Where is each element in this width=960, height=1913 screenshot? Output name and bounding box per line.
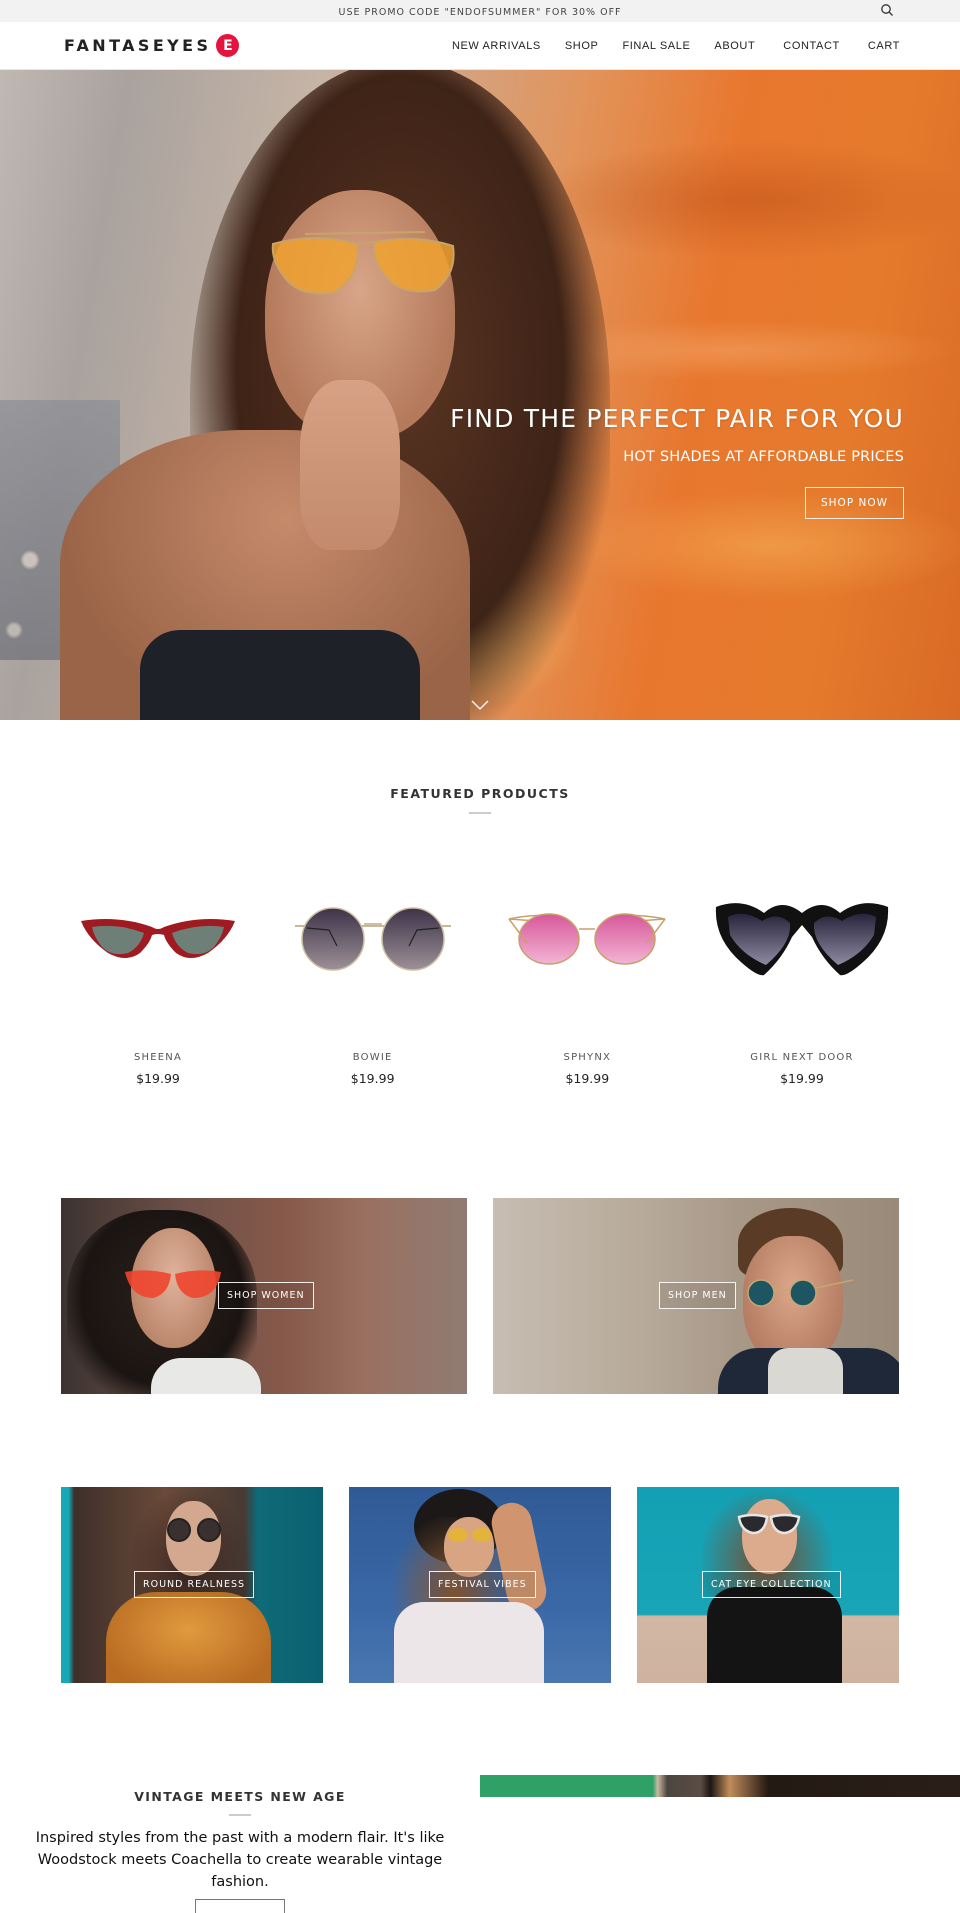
gender-collections: SHOP WOMEN SHOP MEN [0, 1198, 960, 1394]
product-image[interactable] [706, 864, 898, 1014]
hero-copy: FIND THE PERFECT PAIR FOR YOU HOT SHADES… [450, 404, 904, 519]
product-name: SHEENA [133, 1052, 183, 1063]
nav-shop[interactable]: SHOP [565, 40, 599, 52]
product-price: $19.99 [350, 1071, 395, 1086]
vintage-button[interactable] [195, 1899, 285, 1913]
site-header: FANTASEYES E NEW ARRIVALS SHOP FINAL SAL… [0, 22, 960, 70]
product-name: BOWIE [352, 1052, 393, 1063]
hero-banner: FIND THE PERFECT PAIR FOR YOU HOT SHADES… [0, 70, 960, 720]
nav-about[interactable]: ABOUT [714, 40, 755, 52]
hero-subtitle: HOT SHADES AT AFFORDABLE PRICES [623, 449, 904, 465]
promo-bar: USE PROMO CODE "ENDOFSUMMER" FOR 30% OFF [0, 0, 960, 22]
main-nav: NEW ARRIVALS SHOP FINAL SALE ABOUT CONTA… [452, 22, 900, 70]
men-banner-model-shirt [768, 1348, 843, 1394]
round-realness-banner[interactable]: ROUND REALNESS [61, 1487, 323, 1683]
style-collections: ROUND REALNESS FESTIVAL VIBES CAT EYE CO… [0, 1487, 960, 1683]
hero-title: FIND THE PERFECT PAIR FOR YOU [450, 404, 904, 433]
search-icon[interactable] [880, 3, 894, 17]
vintage-title: VINTAGE MEETS NEW AGE [134, 1789, 346, 1804]
pink-cat-eye-sunglasses-image [508, 913, 666, 965]
shop-men-banner[interactable]: SHOP MEN [493, 1198, 899, 1394]
cat-eye-collection-banner[interactable]: CAT EYE COLLECTION [637, 1487, 899, 1683]
logo-text: FANTASEYES [64, 36, 212, 55]
nav-contact[interactable]: CONTACT [783, 40, 840, 52]
round-banner-sunglasses [167, 1518, 221, 1542]
product-name: GIRL NEXT DOOR [750, 1052, 854, 1063]
logo-badge-icon: E [216, 34, 240, 57]
cat-eye-sunglasses-image [81, 919, 235, 958]
product-card[interactable]: BOWIE $19.99 [277, 864, 469, 1086]
chevron-down-icon[interactable] [471, 700, 489, 710]
title-divider [229, 1814, 251, 1816]
product-grid: SHEENA $19.99 BOWIE $19.99 SPHYNX $19.99… [0, 864, 960, 1086]
festival-vibes-banner[interactable]: FESTIVAL VIBES [349, 1487, 611, 1683]
round-sunglasses-image [294, 907, 451, 971]
hero-image-model-top [140, 630, 420, 720]
shop-women-label[interactable]: SHOP WOMEN [218, 1282, 314, 1309]
men-banner-sunglasses [747, 1279, 854, 1307]
nav-cart[interactable]: CART [868, 40, 900, 52]
product-image[interactable] [62, 864, 254, 1014]
vintage-copy: VINTAGE MEETS NEW AGE Inspired styles fr… [0, 1753, 480, 1913]
nav-final-sale[interactable]: FINAL SALE [622, 40, 690, 52]
title-divider [469, 812, 491, 814]
featured-title: FEATURED PRODUCTS [390, 786, 570, 801]
vintage-image [480, 1775, 960, 1797]
product-card[interactable]: SHEENA $19.99 [62, 864, 254, 1086]
product-name: SPHYNX [563, 1052, 612, 1063]
women-banner-model-top [151, 1358, 261, 1394]
product-card[interactable]: SPHYNX $19.99 [491, 864, 683, 1086]
product-price: $19.99 [136, 1071, 180, 1086]
promo-text: USE PROMO CODE "ENDOFSUMMER" FOR 30% OFF [338, 7, 622, 18]
women-banner-sunglasses [125, 1270, 221, 1298]
round-realness-label[interactable]: ROUND REALNESS [134, 1571, 255, 1598]
product-image[interactable] [491, 864, 683, 1014]
product-image[interactable] [277, 864, 469, 1014]
heart-sunglasses-image [715, 903, 889, 976]
shop-now-button[interactable]: SHOP NOW [805, 487, 904, 519]
festival-banner-model-shirt [394, 1602, 544, 1683]
featured-products: FEATURED PRODUCTS SHEENA $19.99 BOWIE $1… [0, 720, 960, 1086]
vintage-section: VINTAGE MEETS NEW AGE Inspired styles fr… [0, 1753, 960, 1913]
hero-image-model-hand [300, 380, 400, 550]
product-price: $19.99 [565, 1071, 610, 1086]
product-card[interactable]: GIRL NEXT DOOR $19.99 [706, 864, 898, 1086]
festival-vibes-label[interactable]: FESTIVAL VIBES [429, 1571, 536, 1598]
cat-eye-collection-label[interactable]: CAT EYE COLLECTION [702, 1571, 841, 1598]
cateye-banner-sunglasses [737, 1513, 801, 1535]
logo[interactable]: FANTASEYES E [64, 34, 240, 57]
vintage-body: Inspired styles from the past with a mod… [35, 1830, 445, 1890]
nav-new-arrivals[interactable]: NEW ARRIVALS [452, 40, 541, 52]
shop-women-banner[interactable]: SHOP WOMEN [61, 1198, 467, 1394]
round-banner-model-coat [106, 1592, 271, 1683]
festival-banner-sunglasses [448, 1528, 492, 1542]
cateye-banner-model-top [707, 1587, 842, 1683]
hero-image-sunglasses [271, 231, 455, 295]
product-price: $19.99 [780, 1071, 824, 1086]
shop-men-label[interactable]: SHOP MEN [659, 1282, 736, 1309]
